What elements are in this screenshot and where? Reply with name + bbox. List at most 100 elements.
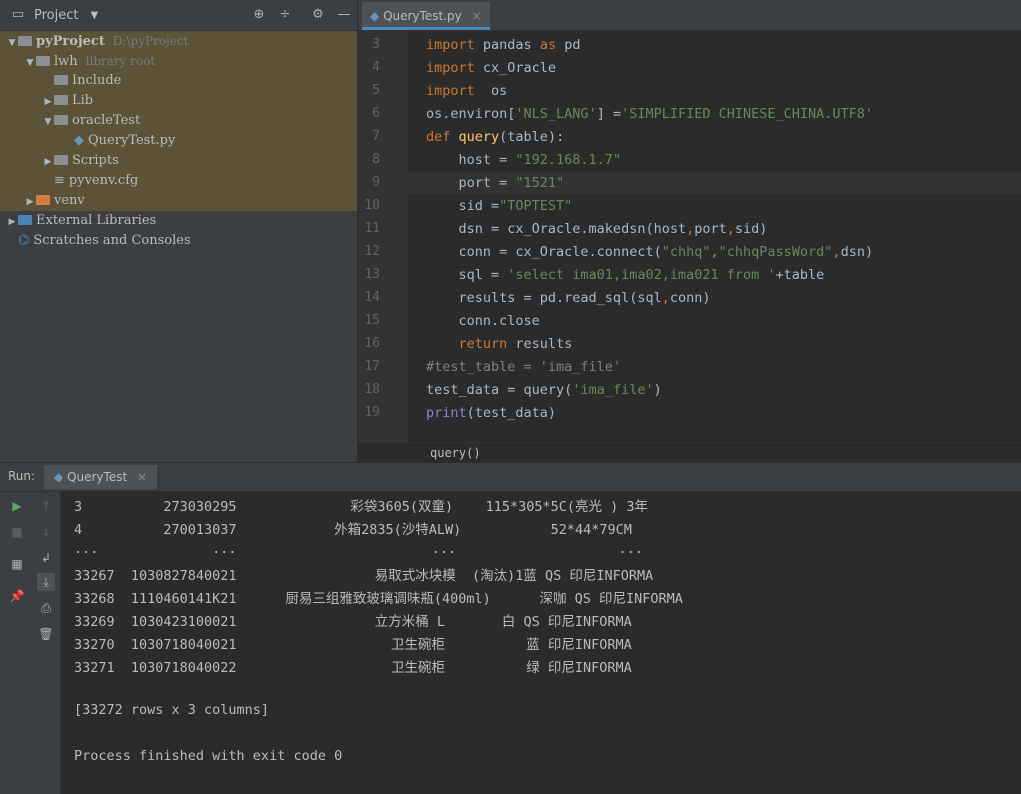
- down-arrow-icon[interactable]: ↓: [37, 523, 55, 541]
- line-number: 15: [364, 313, 380, 328]
- tree-item-lib[interactable]: ▶ Lib: [0, 91, 357, 111]
- breadcrumb-item[interactable]: query(): [430, 446, 481, 460]
- tab-querytest-py[interactable]: ◆ QueryTest.py ×: [362, 2, 490, 30]
- run-panel: Run: ◆ QueryTest × ▶ ■ ▦ 📌 ↑ ↓ ↲ ⤓ ⎙ 🗑 3…: [0, 462, 1021, 794]
- hide-panel-icon[interactable]: —: [336, 7, 352, 23]
- scroll-to-end-icon[interactable]: ⤓: [37, 573, 55, 591]
- code-line-14: results = pd.read_sql(sql,conn): [426, 290, 711, 306]
- tree-item-oracletest[interactable]: ▼ oracleTest: [0, 111, 357, 131]
- run-tab-querytest[interactable]: ◆ QueryTest ×: [44, 465, 158, 489]
- python-file-icon: ◆: [74, 133, 84, 148]
- tree-item-external-libraries[interactable]: ▶ External Libraries: [0, 211, 357, 231]
- locate-target-icon[interactable]: ⊕: [251, 7, 267, 23]
- project-view-icon[interactable]: ▭: [10, 7, 26, 23]
- line-number: 18: [364, 382, 380, 397]
- run-tab-close-icon[interactable]: ×: [137, 470, 147, 484]
- folder-icon: [36, 55, 50, 66]
- tree-item-venv[interactable]: ▶ venv: [0, 191, 357, 211]
- text-file-icon: ≡: [54, 173, 65, 188]
- folder-icon: [54, 74, 68, 85]
- tree-item-lwh[interactable]: ▼ lwh library root: [0, 51, 357, 71]
- console-line: 33271 1030718040022 卫生碗柜 绿 印尼INFORMA: [74, 660, 632, 676]
- console-line: 4 270013037 外箱2835(沙特ALW) 52*44*79CM: [74, 522, 632, 538]
- code-line-9: port = "1521": [426, 175, 565, 191]
- project-panel: ▭ Project ▼ ⊕ ÷ ⚙ — ▼ pyProject D:\pyProje…: [0, 0, 358, 462]
- line-number: 5: [372, 83, 380, 98]
- run-toolbar-secondary: ↑ ↓ ↲ ⤓ ⎙ 🗑: [32, 491, 61, 794]
- tree-item-label: External Libraries: [36, 213, 157, 228]
- tree-item-pyproject[interactable]: ▼ pyProject D:\pyProject: [0, 31, 357, 51]
- stop-icon[interactable]: ■: [8, 523, 26, 541]
- expanded-arrow-icon[interactable]: ▼: [24, 53, 36, 73]
- console-line: 3 273030295 彩袋3605(双童) 115*305*5C(亮光 ) 3…: [74, 499, 649, 515]
- tree-item-querytest-py[interactable]: ◆ QueryTest.py: [0, 131, 357, 151]
- collapse-all-icon[interactable]: ÷: [277, 7, 293, 23]
- line-number: 7: [372, 129, 380, 144]
- code-line-6: os.environ['NLS_LANG'] ='SIMPLIFIED CHIN…: [426, 106, 874, 122]
- tree-item-label: oracleTest: [72, 113, 141, 128]
- up-arrow-icon[interactable]: ↑: [37, 497, 55, 515]
- settings-gear-icon[interactable]: ⚙: [310, 7, 326, 23]
- collapsed-arrow-icon[interactable]: ▶: [42, 92, 54, 112]
- tree-item-label: pyvenv.cfg: [68, 173, 139, 188]
- tree-item-scripts[interactable]: ▶ Scripts: [0, 151, 357, 171]
- folder-icon: [54, 94, 68, 105]
- console-line: Process finished with exit code 0: [74, 748, 343, 764]
- run-panel-header: Run: ◆ QueryTest ×: [0, 462, 1021, 492]
- library-icon: [18, 214, 32, 225]
- line-number-gutter: 3 4 5 6 7 8 9 10 11 12 13 14 15 16 17 18 19: [358, 30, 408, 442]
- code-line-13: sql = 'select ima01,ima02,ima021 from '+…: [426, 267, 825, 283]
- tree-item-label: Scratches and Consoles: [33, 233, 191, 248]
- tree-item-include[interactable]: Include: [0, 71, 357, 91]
- run-tab-label: QueryTest: [67, 470, 128, 484]
- line-number: 12: [364, 244, 380, 259]
- collapsed-arrow-icon[interactable]: ▶: [42, 152, 54, 172]
- trash-icon[interactable]: 🗑: [37, 625, 55, 643]
- code-line-4: import cx_Oracle: [426, 60, 557, 76]
- expanded-arrow-icon[interactable]: ▼: [42, 112, 54, 132]
- line-number: 6: [372, 106, 380, 121]
- code-line-11: dsn = cx_Oracle.makedsn(host,port,sid): [426, 221, 768, 237]
- tree-item-label: pyProject: [36, 34, 105, 49]
- code-line-3: import pandas as pd: [426, 37, 581, 53]
- console-line: 33268 1110460141K21 厨易三组雅致玻璃调味瓶(400ml) 深…: [74, 591, 683, 607]
- code-line-7: def query(table):: [426, 129, 565, 145]
- tab-label: QueryTest.py: [383, 9, 462, 23]
- tree-item-label: lwh: [54, 54, 78, 69]
- console-output[interactable]: 3 273030295 彩袋3605(双童) 115*305*5C(亮光 ) 3…: [61, 491, 1021, 794]
- folder-icon: [54, 154, 68, 165]
- soft-wrap-icon[interactable]: ↲: [37, 549, 55, 567]
- tree-item-pyvenv-cfg[interactable]: ≡ pyvenv.cfg: [0, 171, 357, 191]
- collapsed-arrow-icon[interactable]: ▶: [24, 192, 36, 212]
- rerun-play-icon[interactable]: ▶: [8, 497, 26, 515]
- tab-close-icon[interactable]: ×: [472, 9, 482, 23]
- line-number: 16: [364, 336, 380, 351]
- collapsed-arrow-icon[interactable]: ▶: [6, 212, 18, 232]
- code-line-19: print(test_data): [426, 405, 557, 421]
- code-line-8: host = "192.168.1.7": [426, 152, 622, 168]
- line-number: 11: [364, 221, 380, 236]
- project-panel-title[interactable]: Project: [34, 8, 78, 23]
- tree-item-scratches-and-consoles[interactable]: ⌬ Scratches and Consoles: [0, 231, 357, 251]
- tree-item-hint: library root: [85, 54, 156, 68]
- print-icon[interactable]: ⎙: [37, 599, 55, 617]
- editor-tab-bar: ◆ QueryTest.py ×: [358, 0, 1021, 31]
- line-number: 19: [364, 405, 380, 420]
- console-line: 33269 1030423100021 立方米桶 L 白 QS 印尼INFORM…: [74, 614, 632, 630]
- console-line: ... ... ... ...: [74, 541, 643, 557]
- expanded-arrow-icon[interactable]: ▼: [6, 33, 18, 53]
- run-label: Run:: [8, 469, 36, 483]
- editor-panel: ◆ QueryTest.py × 3 4 5 6 7 8 9 10 11 12 13 14 15 16 17…: [358, 0, 1021, 463]
- code-line-10: sid ="TOPTEST": [426, 198, 573, 214]
- breadcrumb: query(): [358, 442, 1021, 463]
- tree-item-label: QueryTest.py: [88, 133, 176, 148]
- line-number: 3: [372, 37, 380, 52]
- pin-icon[interactable]: 📌: [8, 587, 26, 605]
- layout-icon[interactable]: ▦: [8, 555, 26, 573]
- line-number: 17: [364, 359, 380, 374]
- code-line-16: return results: [458, 336, 573, 352]
- tree-item-hint: D:\pyProject: [112, 34, 189, 48]
- console-line: [33272 rows x 3 columns]: [74, 702, 270, 718]
- run-toolbar-primary: ▶ ■ ▦ 📌: [0, 491, 32, 794]
- project-dropdown-icon[interactable]: ▼: [90, 10, 98, 21]
